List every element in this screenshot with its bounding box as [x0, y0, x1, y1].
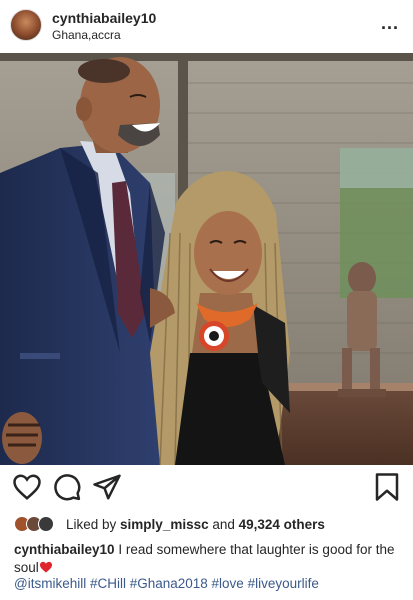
post-username[interactable]: cynthiabailey10 — [52, 10, 156, 26]
red-heart-emoji-icon — [39, 561, 52, 573]
comment-icon[interactable] — [52, 472, 82, 502]
caption-hashtags[interactable]: @itsmikehill #CHill #Ghana2018 #love #li… — [14, 576, 319, 591]
post-photo[interactable] — [0, 53, 413, 465]
post-actions — [0, 472, 413, 508]
avatar[interactable] — [10, 9, 42, 41]
heart-icon[interactable] — [12, 472, 42, 502]
bookmark-icon[interactable] — [372, 472, 402, 502]
likes-middle: and — [208, 517, 239, 532]
likes-text[interactable]: Liked by simply_missc and 49,324 others — [66, 517, 325, 532]
liked-by-user[interactable]: simply_missc — [120, 517, 209, 532]
more-options-icon[interactable]: ... — [381, 14, 399, 32]
share-icon[interactable] — [92, 472, 122, 502]
post-caption: cynthiabailey10 I read somewhere that la… — [14, 541, 406, 577]
likes-prefix: Liked by — [66, 517, 121, 532]
likes-count[interactable]: 49,324 others — [239, 517, 325, 532]
post-location[interactable]: Ghana,accra — [52, 28, 121, 42]
likes-row: Liked by simply_missc and 49,324 others — [14, 515, 404, 535]
photo-illustration — [0, 53, 413, 465]
caption-username[interactable]: cynthiabailey10 — [14, 542, 115, 557]
liker-avatar[interactable] — [38, 516, 54, 532]
post-header: cynthiabailey10 Ghana,accra ... — [0, 0, 413, 50]
